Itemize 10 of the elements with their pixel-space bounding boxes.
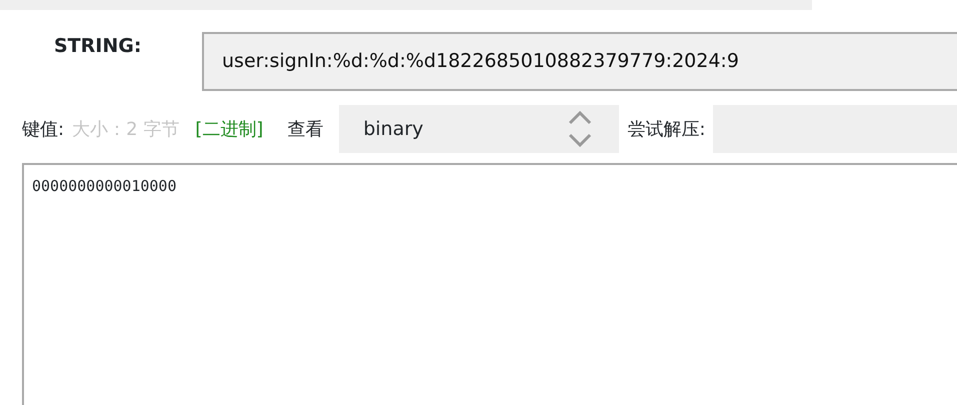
view-select[interactable]: binary bbox=[339, 105, 620, 153]
size-text: 大小：2 字节 bbox=[72, 118, 180, 142]
value-label: 键值: bbox=[22, 118, 64, 142]
format-tag: [二进制] bbox=[195, 116, 264, 142]
decompress-label: 尝试解压: bbox=[627, 118, 706, 142]
key-name-field[interactable]: user:signIn:%d:%d:%d1822685010882379779:2024:9 bbox=[202, 32, 957, 91]
up-down-chevron-icon bbox=[567, 109, 594, 149]
view-label: 查看 bbox=[287, 118, 324, 142]
key-type-label: STRING: bbox=[53, 34, 142, 59]
value-text-area[interactable]: 0000000000010000 bbox=[22, 163, 957, 405]
